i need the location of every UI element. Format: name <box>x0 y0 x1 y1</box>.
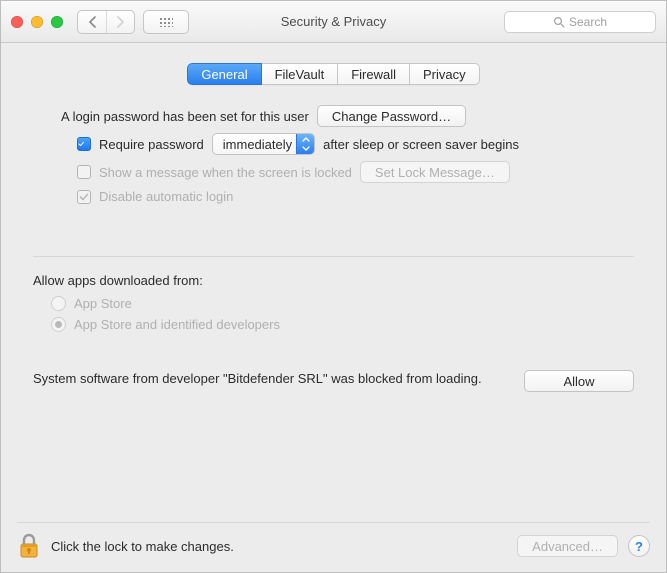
disable-auto-login-checkbox[interactable] <box>77 190 91 204</box>
gatekeeper-identified-label: App Store and identified developers <box>74 317 280 332</box>
section-separator <box>33 256 634 257</box>
content: General FileVault Firewall Privacy A log… <box>1 43 666 572</box>
require-password-pre: Require password <box>99 137 204 152</box>
disable-auto-login-label: Disable automatic login <box>99 189 233 204</box>
require-password-post: after sleep or screen saver begins <box>323 137 519 152</box>
tabbar: General FileVault Firewall Privacy <box>33 63 634 85</box>
login-password-row: A login password has been set for this u… <box>61 105 634 127</box>
footer: Click the lock to make changes. Advanced… <box>1 522 666 572</box>
tab-privacy[interactable]: Privacy <box>410 63 480 85</box>
window-controls <box>11 16 63 28</box>
search-input[interactable]: Search <box>504 11 656 33</box>
require-password-checkbox[interactable] <box>77 137 91 151</box>
gatekeeper-identified-row: App Store and identified developers <box>51 317 634 332</box>
nav-back-forward <box>77 10 135 34</box>
gatekeeper-identified-radio[interactable] <box>51 317 66 332</box>
allow-button[interactable]: Allow <box>524 370 634 392</box>
tab-general[interactable]: General <box>187 63 261 85</box>
login-password-text: A login password has been set for this u… <box>61 109 309 124</box>
footer-separator <box>17 522 650 523</box>
popup-stepper-icon <box>296 134 314 154</box>
blocked-software-message: System software from developer "Bitdefen… <box>33 370 506 388</box>
search-icon <box>553 16 565 28</box>
require-password-row: Require password immediately after sleep… <box>77 133 634 155</box>
prefs-window: Security & Privacy Search General FileVa… <box>0 0 667 573</box>
tab-filevault[interactable]: FileVault <box>262 63 339 85</box>
lock-text: Click the lock to make changes. <box>51 539 234 554</box>
require-password-delay-popup[interactable]: immediately <box>212 133 315 155</box>
lock-message-row: Show a message when the screen is locked… <box>77 161 634 183</box>
minimize-icon[interactable] <box>31 16 43 28</box>
gatekeeper-appstore-row: App Store <box>51 296 634 311</box>
disable-auto-login-row: Disable automatic login <box>77 189 634 204</box>
change-password-button[interactable]: Change Password… <box>317 105 466 127</box>
show-all-button[interactable] <box>143 10 189 34</box>
grid-icon <box>159 17 173 27</box>
require-password-delay-value: immediately <box>223 137 292 152</box>
forward-button[interactable] <box>106 11 134 33</box>
search-placeholder: Search <box>569 15 607 29</box>
tab-group: General FileVault Firewall Privacy <box>187 63 479 85</box>
advanced-button[interactable]: Advanced… <box>517 535 618 557</box>
gatekeeper-title: Allow apps downloaded from: <box>33 273 634 288</box>
help-button[interactable]: ? <box>628 535 650 557</box>
set-lock-message-button[interactable]: Set Lock Message… <box>360 161 510 183</box>
gatekeeper-appstore-label: App Store <box>74 296 132 311</box>
blocked-software-row: System software from developer "Bitdefen… <box>33 370 634 392</box>
tab-firewall[interactable]: Firewall <box>338 63 410 85</box>
show-lock-message-checkbox[interactable] <box>77 165 91 179</box>
zoom-icon[interactable] <box>51 16 63 28</box>
gatekeeper-appstore-radio[interactable] <box>51 296 66 311</box>
titlebar: Security & Privacy Search <box>1 1 666 43</box>
close-icon[interactable] <box>11 16 23 28</box>
show-lock-message-label: Show a message when the screen is locked <box>99 165 352 180</box>
lock-icon[interactable] <box>17 532 41 560</box>
back-button[interactable] <box>78 11 106 33</box>
